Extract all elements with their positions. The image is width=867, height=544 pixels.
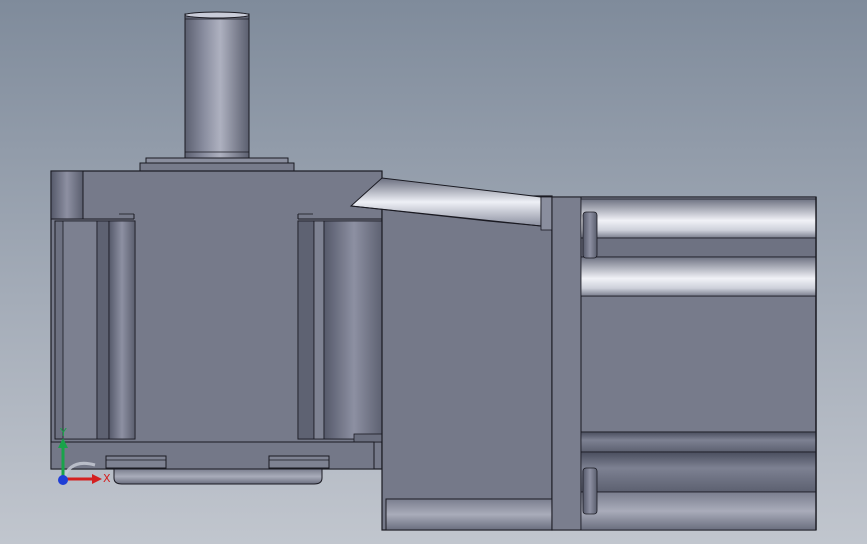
cad-model-view[interactable]: Y X [0, 0, 867, 544]
triad-y-label: Y [59, 426, 67, 439]
gearbox-housing[interactable] [50, 170, 385, 485]
triad-x-label: X [103, 472, 111, 485]
cad-graphics-viewport[interactable]: Y X [0, 0, 867, 544]
triad-z-axis-dot [58, 475, 68, 485]
triad-x-arrowhead [92, 474, 102, 484]
motor-body[interactable] [551, 196, 817, 531]
output-shaft[interactable] [139, 11, 295, 172]
